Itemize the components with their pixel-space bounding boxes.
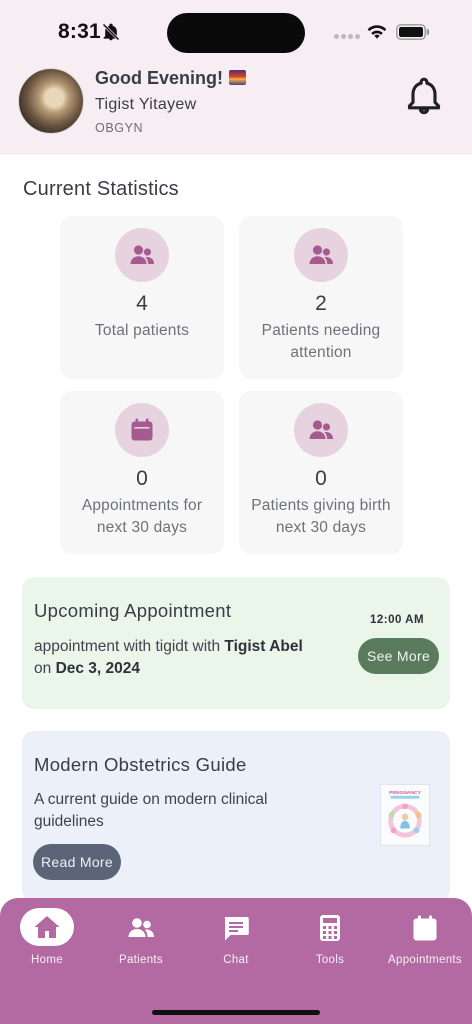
cellular-signal-icon	[334, 34, 360, 40]
upcoming-appointment-card[interactable]: Upcoming Appointment appointment with ti…	[22, 577, 450, 709]
sunset-icon	[229, 70, 246, 85]
nav-item-chat[interactable]: Chat	[189, 908, 283, 970]
guide-title: Modern Obstetrics Guide	[34, 754, 247, 775]
stat-card-patients-needing-attention[interactable]: 2 Patients needing attention	[239, 216, 403, 379]
calendar-icon	[115, 403, 169, 457]
stat-value: 2	[315, 292, 327, 315]
appointment-text-on: on	[34, 660, 56, 677]
stat-value: 0	[315, 467, 327, 490]
appointment-time: 12:00 AM	[370, 614, 425, 626]
app-header: 8:31 Good Evening! Tigist Yitayew OBGYN	[0, 0, 472, 155]
stat-value: 0	[136, 467, 148, 490]
guide-description: A current guide on modern clinical guide…	[34, 791, 268, 830]
greeting-label: Good Evening!	[95, 68, 223, 88]
stat-label: Patients giving birth next 30 days	[251, 497, 391, 536]
stat-card-appointments-next-30-days[interactable]: 0 Appointments for next 30 days	[60, 391, 224, 554]
appointment-description: appointment with tigidt with Tigist Abel…	[34, 636, 344, 680]
battery-icon	[396, 24, 429, 40]
nav-item-tools[interactable]: Tools	[283, 908, 377, 970]
appointment-text-prefix: appointment with tigidt with	[34, 638, 225, 655]
read-more-button[interactable]: Read More	[33, 844, 121, 880]
appointment-title: Upcoming Appointment	[34, 600, 232, 621]
home-icon[interactable]	[20, 908, 74, 946]
appointment-patient: Tigist Abel	[224, 638, 303, 655]
doctor-name: Tigist Yitayew	[95, 96, 197, 113]
guide-thumbnail-title: PREGNANCY	[389, 790, 422, 796]
nav-label: Chat	[223, 954, 249, 966]
stat-card-total-patients[interactable]: 4 Total patients	[60, 216, 224, 379]
nav-label: Home	[31, 954, 63, 966]
stat-value: 4	[136, 292, 148, 315]
people-icon	[121, 910, 161, 948]
guide-thumbnail: PREGNANCY	[380, 784, 430, 846]
calculator-icon	[310, 910, 350, 948]
calendar-icon	[405, 910, 445, 948]
people-icon	[294, 228, 348, 282]
home-indicator[interactable]	[152, 1010, 320, 1015]
stat-card-patients-giving-birth[interactable]: 0 Patients giving birth next 30 days	[239, 391, 403, 554]
nav-label: Patients	[119, 954, 163, 966]
nav-label: Tools	[315, 954, 345, 966]
statistics-title: Current Statistics	[23, 178, 179, 200]
nav-item-patients[interactable]: Patients	[94, 908, 188, 970]
stat-label: Total patients	[94, 322, 190, 339]
see-more-button[interactable]: See More	[358, 638, 439, 674]
status-bar: 8:31	[0, 0, 472, 62]
obstetrics-guide-card[interactable]: Modern Obstetrics Guide A current guide …	[22, 731, 450, 901]
chat-icon	[216, 910, 256, 948]
greeting-text: Good Evening!	[95, 68, 246, 89]
stat-label: Appointments for next 30 days	[81, 497, 203, 536]
notification-bell-icon[interactable]	[404, 76, 444, 116]
stat-label: Patients needing attention	[261, 322, 381, 361]
nav-item-appointments[interactable]: Appointments	[378, 908, 472, 970]
dynamic-island	[167, 13, 305, 53]
doctor-role: OBGYN	[95, 121, 144, 135]
appointment-date: Dec 3, 2024	[55, 660, 141, 677]
status-time: 8:31	[58, 20, 101, 43]
nav-label: Appointments	[388, 954, 462, 966]
bottom-navigation: Home Patients Chat Tools Appointments	[0, 898, 472, 1024]
people-icon	[294, 403, 348, 457]
wifi-icon	[367, 25, 387, 39]
people-icon	[115, 228, 169, 282]
doctor-avatar[interactable]	[18, 68, 84, 134]
bell-off-icon	[102, 23, 120, 41]
nav-item-home[interactable]: Home	[0, 908, 94, 970]
